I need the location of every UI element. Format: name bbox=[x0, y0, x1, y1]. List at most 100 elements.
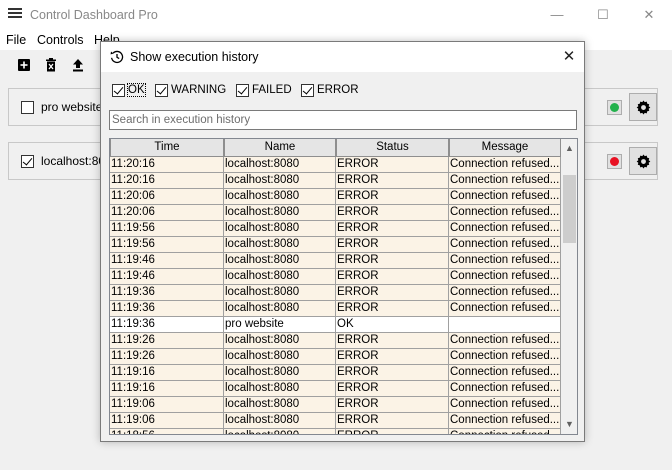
cell-message: Connection refused... bbox=[449, 397, 561, 413]
cell-message: Connection refused... bbox=[449, 253, 561, 269]
delete-icon[interactable] bbox=[44, 58, 58, 72]
menu-controls[interactable]: Controls bbox=[37, 33, 84, 47]
cell-name: localhost:8080 bbox=[224, 349, 336, 365]
table-row[interactable]: 11:19:36 pro website OK bbox=[110, 317, 561, 333]
column-header-name[interactable]: Name bbox=[224, 139, 336, 157]
table-row[interactable]: 11:19:36 localhost:8080 ERROR Connection re… bbox=[110, 301, 561, 317]
filter-failed-label[interactable]: FAILED bbox=[252, 84, 292, 96]
cell-message: Connection refused... bbox=[449, 269, 561, 285]
cell-time: 11:19:46 bbox=[110, 269, 224, 285]
table-row[interactable]: 11:19:26 localhost:8080 ERROR Connection re… bbox=[110, 349, 561, 365]
cell-status: ERROR bbox=[336, 237, 449, 253]
cell-name: localhost:8080 bbox=[224, 205, 336, 221]
cell-message: Connection refused... bbox=[449, 413, 561, 429]
filter-warning-checkbox[interactable] bbox=[155, 84, 168, 97]
table-row[interactable]: 11:19:46 localhost:8080 ERROR Connection re… bbox=[110, 269, 561, 285]
scroll-down-icon[interactable]: ▼ bbox=[561, 416, 577, 433]
maximize-button[interactable]: ☐ bbox=[580, 0, 626, 30]
cell-status: ERROR bbox=[336, 253, 449, 269]
table-row[interactable]: 11:19:46 localhost:8080 ERROR Connection re… bbox=[110, 253, 561, 269]
upload-icon[interactable] bbox=[71, 58, 85, 72]
menu-file[interactable]: File bbox=[6, 33, 26, 47]
cell-message: Connection refused... bbox=[449, 285, 561, 301]
cell-message: Connection refused... bbox=[449, 157, 561, 173]
site-settings-button[interactable] bbox=[629, 147, 657, 175]
table-row[interactable]: 11:19:06 localhost:8080 ERROR Connection re… bbox=[110, 397, 561, 413]
cell-status: ERROR bbox=[336, 157, 449, 173]
table-row[interactable]: 11:19:16 localhost:8080 ERROR Connection re… bbox=[110, 365, 561, 381]
scroll-thumb[interactable] bbox=[563, 175, 576, 243]
table-row[interactable]: 11:19:26 localhost:8080 ERROR Connection re… bbox=[110, 333, 561, 349]
status-error-icon bbox=[607, 154, 622, 169]
history-search-input[interactable] bbox=[109, 110, 577, 130]
cell-time: 11:19:16 bbox=[110, 365, 224, 381]
filter-warning-label[interactable]: WARNING bbox=[171, 84, 226, 96]
cell-status: ERROR bbox=[336, 205, 449, 221]
table-row[interactable]: 11:20:06 localhost:8080 ERROR Connection re… bbox=[110, 205, 561, 221]
table-scrollbar[interactable]: ▲ ▼ bbox=[561, 139, 577, 434]
close-window-button[interactable]: ✕ bbox=[626, 0, 672, 30]
cell-name: localhost:8080 bbox=[224, 381, 336, 397]
cell-time: 11:19:46 bbox=[110, 253, 224, 269]
execution-history-dialog: Show execution history ✕ OK WARNING FAIL… bbox=[100, 41, 585, 442]
dialog-title: Show execution history bbox=[130, 50, 259, 64]
cell-message: Connection refused... bbox=[449, 237, 561, 253]
filter-failed-checkbox[interactable] bbox=[236, 84, 249, 97]
cell-time: 11:20:06 bbox=[110, 189, 224, 205]
table-row[interactable]: 11:19:06 localhost:8080 ERROR Connection re… bbox=[110, 413, 561, 429]
cell-time: 11:20:06 bbox=[110, 205, 224, 221]
table-row[interactable]: 11:20:06 localhost:8080 ERROR Connection re… bbox=[110, 189, 561, 205]
history-table: Time Name Status Message 11:20:16 localho… bbox=[109, 138, 578, 435]
dialog-close-button[interactable]: ✕ bbox=[554, 42, 584, 72]
cell-name: localhost:8080 bbox=[224, 285, 336, 301]
cell-message: Connection refused... bbox=[449, 349, 561, 365]
site-settings-button[interactable] bbox=[629, 93, 657, 121]
cell-name: localhost:8080 bbox=[224, 157, 336, 173]
cell-time: 11:18:56 bbox=[110, 429, 224, 434]
cell-time: 11:20:16 bbox=[110, 157, 224, 173]
cell-status: ERROR bbox=[336, 365, 449, 381]
site-enable-checkbox[interactable] bbox=[21, 101, 34, 114]
table-row[interactable]: 11:20:16 localhost:8080 ERROR Connection re… bbox=[110, 157, 561, 173]
cell-status: ERROR bbox=[336, 397, 449, 413]
table-row[interactable]: 11:19:16 localhost:8080 ERROR Connection re… bbox=[110, 381, 561, 397]
gear-icon bbox=[636, 154, 651, 169]
title-bar: Control Dashboard Pro — ☐ ✕ bbox=[0, 0, 672, 30]
table-row[interactable]: 11:19:36 localhost:8080 ERROR Connection re… bbox=[110, 285, 561, 301]
cell-status: ERROR bbox=[336, 413, 449, 429]
filter-error-checkbox[interactable] bbox=[301, 84, 314, 97]
table-header: Time Name Status Message bbox=[110, 139, 561, 157]
cell-name: localhost:8080 bbox=[224, 429, 336, 434]
site-enable-checkbox[interactable] bbox=[21, 155, 34, 168]
scroll-up-icon[interactable]: ▲ bbox=[561, 140, 577, 157]
cell-status: ERROR bbox=[336, 349, 449, 365]
gear-icon bbox=[636, 100, 651, 115]
column-header-time[interactable]: Time bbox=[110, 139, 224, 157]
cell-name: localhost:8080 bbox=[224, 365, 336, 381]
cell-status: ERROR bbox=[336, 301, 449, 317]
cell-name: localhost:8080 bbox=[224, 221, 336, 237]
cell-name: localhost:8080 bbox=[224, 189, 336, 205]
cell-name: localhost:8080 bbox=[224, 237, 336, 253]
add-icon[interactable] bbox=[17, 58, 31, 72]
table-row[interactable]: 11:20:16 localhost:8080 ERROR Connection re… bbox=[110, 173, 561, 189]
filter-ok-label[interactable]: OK bbox=[127, 83, 146, 97]
cell-name: localhost:8080 bbox=[224, 397, 336, 413]
cell-message: Connection refused... bbox=[449, 221, 561, 237]
cell-status: ERROR bbox=[336, 173, 449, 189]
cell-status: ERROR bbox=[336, 189, 449, 205]
column-header-status[interactable]: Status bbox=[336, 139, 449, 157]
column-header-message[interactable]: Message bbox=[449, 139, 561, 157]
cell-status: ERROR bbox=[336, 285, 449, 301]
filter-error-label[interactable]: ERROR bbox=[317, 84, 359, 96]
minimize-button[interactable]: — bbox=[534, 0, 580, 30]
table-body: 11:20:16 localhost:8080 ERROR Connection re… bbox=[110, 157, 561, 434]
cell-status: OK bbox=[336, 317, 449, 333]
cell-message: Connection refused... bbox=[449, 189, 561, 205]
table-row[interactable]: 11:19:56 localhost:8080 ERROR Connection re… bbox=[110, 221, 561, 237]
table-row[interactable]: 11:19:56 localhost:8080 ERROR Connection re… bbox=[110, 237, 561, 253]
cell-name: localhost:8080 bbox=[224, 253, 336, 269]
filter-ok-checkbox[interactable] bbox=[112, 84, 125, 97]
cell-message: Connection refused... bbox=[449, 301, 561, 317]
table-row[interactable]: 11:18:56localhost:8080ERRORConnection re… bbox=[110, 429, 561, 434]
